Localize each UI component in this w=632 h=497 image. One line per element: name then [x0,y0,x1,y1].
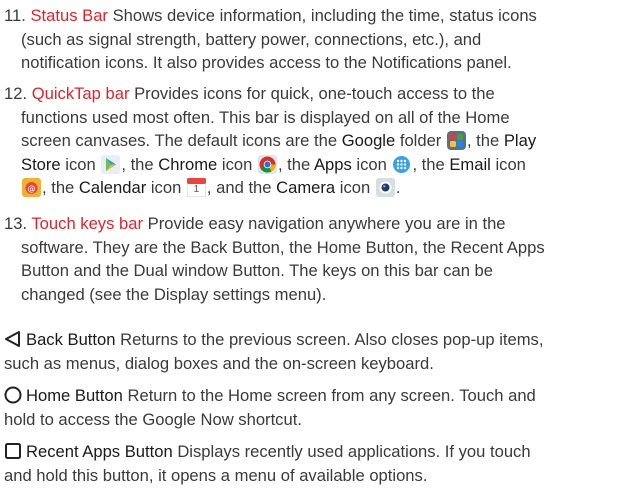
item-title: QuickTap bar [31,84,130,103]
apps-icon [392,155,411,174]
calendar-label: Calendar [78,178,147,197]
back-triangle-icon [4,330,22,348]
item-line: @, the Calendar icon 1, and the Camera i… [4,176,628,200]
item-quicktap-bar: 12. QuickTap bar Provides icons for quic… [4,82,628,200]
item-status-bar: 11. Status Bar Shows device information,… [4,4,628,75]
manual-page: 11. Status Bar Shows device information,… [0,0,632,497]
home-button-text: Return to the Home screen from any scree… [127,386,536,405]
svg-text:@: @ [28,184,36,193]
play-store-icon [101,154,121,174]
item-title: Status Bar [30,6,108,25]
google-label: Google [341,131,396,150]
item-line: software. They are the Back Button, the … [21,237,545,257]
email-icon: @ [22,178,41,197]
home-button-title: Home Button [26,386,123,405]
item-line: Button and the Dual window Button. The k… [21,261,493,280]
calendar-icon-day: 1 [193,184,200,195]
item-line: 11. Status Bar Shows device information,… [4,4,628,28]
recent-apps-button-title: Recent Apps Button [26,442,173,461]
home-circle-icon [4,386,22,404]
store-label: Store [21,154,61,174]
item-number: 12. [4,84,28,103]
back-button-text: Returns to the previous screen. Also clo… [120,330,544,349]
camera-label: Camera [276,178,336,197]
calendar-icon: 1 [186,178,206,197]
email-label: Email [449,154,491,174]
item-line: changed (see the Display settings menu). [21,284,327,304]
item-line: 12. QuickTap bar Provides icons for quic… [4,82,628,106]
item-text: Shows device information, including the … [112,6,537,25]
item-touch-keys-bar: 13. Touch keys bar Provide easy navigati… [4,212,628,306]
recent-apps-button-entry: Recent Apps Button Displays recently use… [4,440,628,487]
home-button-text-2: hold to access the Google Now shortcut. [4,409,302,429]
item-number: 13. [4,214,28,233]
item-line: functions used most often. This bar is d… [21,107,510,127]
item-line: screen canvases. The default icons are t… [21,131,537,150]
recent-apps-button-text-2: and hold this button, it opens a menu of… [4,465,428,485]
item-line: notification icons. It also provides acc… [21,53,512,72]
item-number: 11. [4,6,26,25]
item-text: Provides icons for quick, one-touch acce… [134,84,495,103]
item-line: Store icon , the Chrome icon , the Apps … [21,154,526,174]
chrome-icon [257,154,277,174]
back-button-title: Back Button [26,330,116,349]
camera-icon [375,178,395,197]
apps-label: Apps [313,154,352,174]
item-line: 13. Touch keys bar Provide easy navigati… [4,212,628,236]
back-button-text-2: such as menus, dialog boxes and the on-s… [4,353,434,373]
back-button-entry: Back Button Returns to the previous scre… [4,328,628,375]
item-text: Provide easy navigation anywhere you are… [147,214,506,233]
recent-square-icon [4,442,22,460]
chrome-label: Chrome [158,154,218,174]
item-line: (such as signal strength, battery power,… [21,29,482,49]
home-button-entry: Home Button Return to the Home screen fr… [4,384,628,431]
google-folder-icon [446,131,466,150]
item-title: Touch keys bar [31,214,143,233]
play-label: Play [503,131,537,150]
recent-apps-button-text: Displays recently used applications. If … [177,442,531,461]
